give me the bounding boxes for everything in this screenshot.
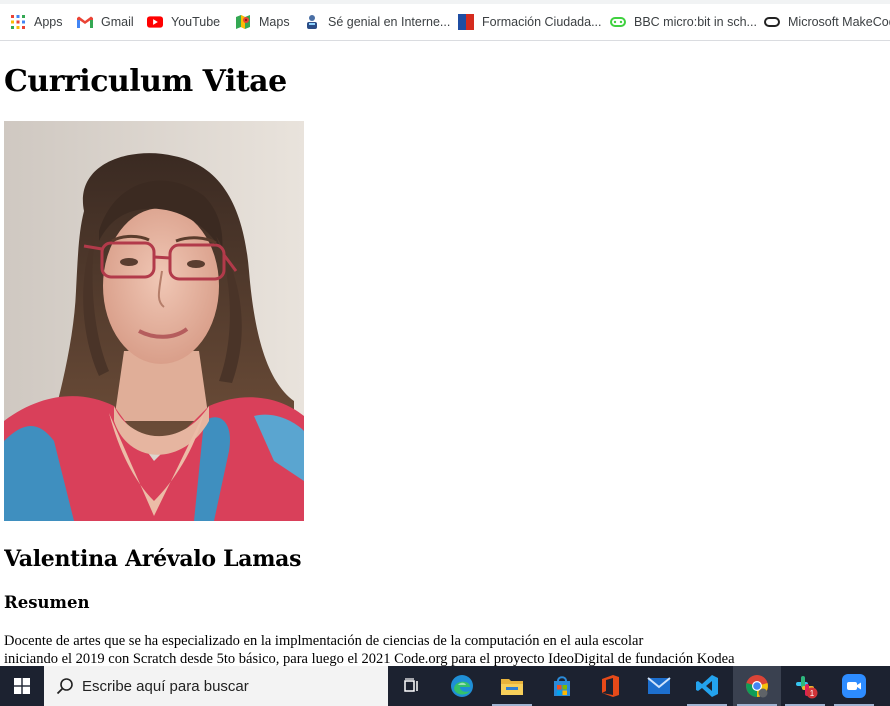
start-button[interactable]: [0, 666, 44, 706]
bookmarks-bar: Apps Gmail YouTube Maps Sé genial en Int…: [0, 0, 890, 41]
taskbar-mail[interactable]: [635, 666, 683, 706]
bookmark-formacion-ciudadana[interactable]: Formación Ciudada...: [458, 12, 602, 32]
search-placeholder: Escribe aquí para buscar: [82, 677, 249, 695]
slack-notification-badge: 1: [810, 689, 815, 698]
zoom-icon: [842, 674, 866, 698]
mail-icon: [647, 677, 671, 694]
taskbar-zoom[interactable]: [830, 666, 878, 706]
bookmark-apps[interactable]: Apps: [10, 12, 63, 32]
gmail-icon: [77, 14, 93, 30]
taskbar-slack[interactable]: 1: [781, 666, 829, 706]
bookmark-maps[interactable]: Maps: [235, 12, 290, 32]
chrome-icon: [746, 675, 768, 698]
microsoft-store-icon: [554, 676, 570, 696]
bookmark-label: BBC micro:bit in sch...: [634, 15, 757, 29]
tab-strip-edge: [0, 0, 890, 4]
maps-icon: [235, 14, 251, 30]
task-view-icon: [404, 678, 418, 692]
windows-taskbar: Escribe aquí para buscar 1: [0, 666, 890, 706]
taskbar-office[interactable]: [586, 666, 634, 706]
profile-photo: [4, 121, 304, 521]
page-title: Curriculum Vitae: [4, 64, 287, 99]
bookmark-label: Maps: [259, 15, 290, 29]
bookmark-label: Gmail: [101, 15, 134, 29]
slack-icon: 1: [796, 676, 818, 699]
page-content: Curriculum Vitae Valentina Arévalo Lamas…: [4, 40, 884, 666]
office-icon: [602, 675, 619, 697]
section-heading-resumen: Resumen: [4, 593, 90, 612]
bookmark-microbit[interactable]: BBC micro:bit in sch...: [610, 12, 757, 32]
windows-logo-icon: [14, 678, 30, 694]
task-view-button[interactable]: [388, 666, 436, 706]
microbit-icon: [610, 14, 626, 30]
bookmark-label: Formación Ciudada...: [482, 15, 602, 29]
bookmark-label: Microsoft MakeCode: [788, 15, 890, 29]
bookmark-makecode[interactable]: Microsoft MakeCode: [764, 12, 890, 32]
bookmark-label: Apps: [34, 15, 63, 29]
search-icon: [56, 678, 73, 695]
taskbar-chrome[interactable]: [733, 666, 781, 706]
person-name: Valentina Arévalo Lamas: [4, 546, 302, 572]
taskbar-vscode[interactable]: [683, 666, 731, 706]
edge-icon: [451, 675, 473, 697]
bookmark-label: Sé genial en Interne...: [328, 15, 451, 29]
bookmark-be-internet-awesome[interactable]: Sé genial en Interne...: [304, 12, 450, 32]
taskbar-search-box[interactable]: Escribe aquí para buscar: [44, 666, 388, 706]
makecode-icon: [764, 14, 780, 30]
bookmark-gmail[interactable]: Gmail: [77, 12, 134, 32]
summary-line: iniciando el 2019 con Scratch desde 5to …: [4, 651, 735, 666]
be-internet-awesome-icon: [304, 14, 320, 30]
bookmark-youtube[interactable]: YouTube: [147, 12, 220, 32]
taskbar-file-explorer[interactable]: [488, 666, 536, 706]
chile-flag-icon: [458, 14, 474, 30]
summary-paragraph: Docente de artes que se ha especializado…: [4, 632, 884, 666]
youtube-icon: [147, 14, 163, 30]
taskbar-edge[interactable]: [438, 666, 486, 706]
taskbar-microsoft-store[interactable]: [538, 666, 586, 706]
file-explorer-icon: [501, 679, 523, 695]
bookmark-label: YouTube: [171, 15, 221, 29]
vscode-icon: [696, 675, 718, 697]
apps-grid-icon: [10, 14, 26, 30]
summary-line: Docente de artes que se ha especializado…: [4, 633, 644, 649]
